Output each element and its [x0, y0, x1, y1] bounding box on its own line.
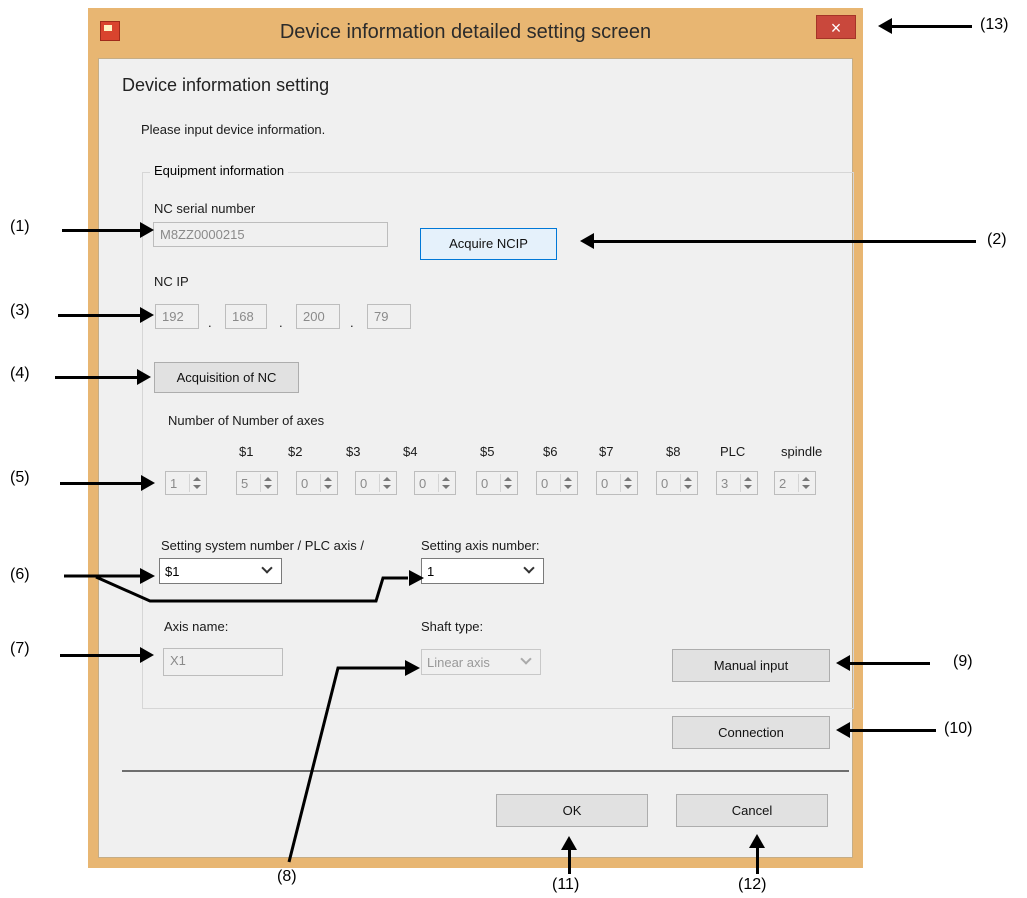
callout-label-10: (10): [944, 720, 973, 737]
callout-arrow-line: [756, 846, 759, 874]
callout-arrow-line: [892, 25, 972, 28]
callout-arrow-line: [850, 662, 930, 665]
callout-label-13: (13): [980, 16, 1009, 33]
arrow-left-icon: [836, 655, 850, 671]
arrow-up-icon: [561, 836, 577, 850]
arrow-left-icon: [878, 18, 892, 34]
callout-arrow-line: [850, 729, 936, 732]
arrow-up-icon: [749, 834, 765, 848]
arrow-left-icon: [836, 722, 850, 738]
callout-label-11: (11): [552, 876, 580, 893]
arrow-right-icon: [405, 660, 420, 676]
callout-8-arrow: [287, 660, 420, 863]
arrow-line: [287, 666, 406, 863]
callout-label-12: (12): [738, 876, 767, 893]
callout-arrow-line: [568, 848, 571, 874]
callout-label-9: (9): [953, 653, 973, 670]
